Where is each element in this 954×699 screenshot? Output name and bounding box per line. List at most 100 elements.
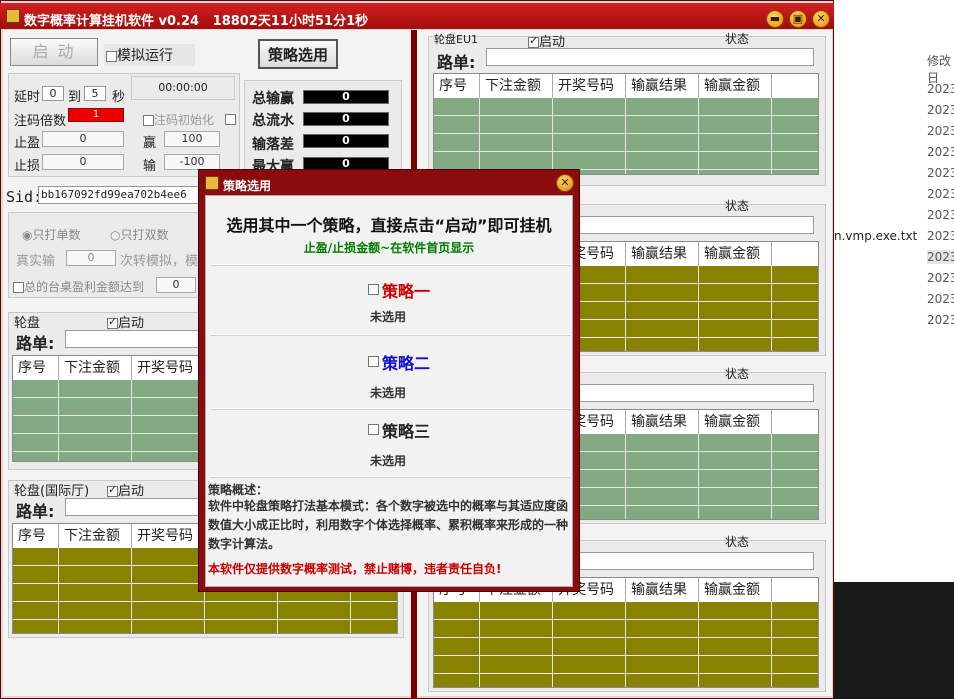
- route-label: 路单:: [437, 53, 476, 72]
- file-date: 2023: [927, 103, 954, 117]
- take-profit-input[interactable]: 0: [42, 131, 124, 147]
- uptime-text: 18802天11小时51分1秒: [212, 14, 369, 29]
- route-input[interactable]: [65, 330, 205, 348]
- init-extra-checkbox[interactable]: [225, 114, 236, 125]
- init-checkbox[interactable]: 注码初始化: [143, 111, 214, 128]
- stop-loss-input[interactable]: 0: [42, 154, 124, 170]
- status-label: 状态: [725, 32, 750, 46]
- file-date: 2023: [927, 271, 954, 285]
- sid-input[interactable]: bb167092fd99ea702b4ee6: [38, 186, 204, 204]
- real-lose-input[interactable]: 0: [66, 250, 116, 266]
- route-input[interactable]: [486, 48, 814, 66]
- window-title: 数字概率计算挂机软件 v0.24 18802天11小时51分1秒: [24, 14, 369, 29]
- delay-from-input[interactable]: 0: [42, 86, 64, 101]
- win-label: 赢: [143, 136, 157, 151]
- strategy-3-checkbox[interactable]: 策略三: [368, 418, 430, 442]
- col-header: 输赢结果: [626, 242, 699, 266]
- status-label: 状态: [725, 535, 750, 549]
- col-header: 输赢金额: [699, 578, 772, 602]
- real-lose-label: 真实输: [16, 254, 56, 269]
- enable-checkbox[interactable]: 启动: [107, 312, 144, 331]
- lose-input[interactable]: -100: [164, 154, 220, 170]
- route-label: 路单:: [16, 502, 55, 521]
- file-date: 2023: [927, 208, 954, 222]
- divider: [210, 334, 570, 336]
- double-radio[interactable]: ○只打双数: [110, 226, 169, 243]
- route-input[interactable]: [65, 498, 205, 516]
- lose-label: 输: [143, 159, 157, 174]
- file-date: 2023: [927, 229, 954, 243]
- checkbox-icon: [107, 315, 118, 329]
- divider: [210, 476, 570, 478]
- sim-text: 次转模拟，模: [120, 254, 199, 269]
- table-total-checkbox[interactable]: 总的台桌盈利金额达到: [13, 278, 144, 295]
- col-header: 开奖号码: [553, 74, 626, 98]
- file-date: 2023: [927, 166, 954, 180]
- result-table: 序号下注金额开奖号码输赢结果输赢金额: [433, 577, 819, 688]
- timer-display: 00:00:00: [131, 76, 235, 100]
- checkbox-icon: [528, 34, 539, 48]
- divider: [210, 264, 570, 266]
- close-button[interactable]: ✕: [812, 10, 830, 28]
- dialog-headline: 选用其中一个策略，直接点击“启动”即可挂机: [226, 216, 552, 235]
- file-date: 2023: [927, 187, 954, 201]
- status-label: 状态: [725, 199, 750, 213]
- stop-loss-label: 止损: [14, 159, 41, 174]
- checkbox-icon: [368, 284, 379, 295]
- delay-label: 延时: [14, 90, 41, 105]
- file-date: 2023: [927, 292, 954, 306]
- dialog-close-button[interactable]: ✕: [556, 174, 574, 192]
- table-body: [434, 98, 818, 174]
- single-radio[interactable]: ◉只打单数: [22, 226, 81, 243]
- dialog-icon: [205, 176, 219, 190]
- dialog-subline: 止盈/止损金额~在软件首页显示: [303, 241, 475, 255]
- col-header: 开奖号码: [132, 524, 205, 548]
- dialog-title: 策略选用: [223, 179, 272, 193]
- strategy-button[interactable]: 策略选用: [258, 39, 338, 69]
- multiplier-input[interactable]: 1: [68, 108, 124, 122]
- col-header: 序号: [13, 356, 59, 380]
- total-flow-value: 0: [303, 112, 389, 126]
- file-date: 2023: [927, 82, 954, 96]
- checkbox-icon: [368, 424, 379, 435]
- col-header: 输赢金额: [699, 74, 772, 98]
- diff-label: 输落差: [252, 137, 294, 153]
- maximize-button[interactable]: ▣: [789, 10, 807, 28]
- col-header: 输赢金额: [699, 410, 772, 434]
- app-icon: [6, 9, 20, 23]
- win-input[interactable]: 100: [164, 131, 220, 147]
- sid-label: Sid:: [6, 188, 43, 206]
- dialog-body: 选用其中一个策略，直接点击“启动”即可挂机 止盈/止损金额~在软件首页显示 策略…: [205, 195, 573, 587]
- col-header: 序号: [13, 524, 59, 548]
- minimize-button[interactable]: ▬: [766, 10, 784, 28]
- col-header: 下注金额: [480, 74, 553, 98]
- col-header: 下注金额: [59, 356, 132, 380]
- col-header: 开奖号码: [132, 356, 205, 380]
- panel-title: 轮盘EU1: [434, 33, 478, 46]
- file-name-fragment: n.vmp.exe.txt: [834, 229, 918, 243]
- col-header: 输赢金额: [699, 242, 772, 266]
- strategy-2-status: 未选用: [370, 386, 407, 400]
- warning-text: 本软件仅提供数字概率测试，禁止赌博，违者责任自负!: [208, 562, 502, 576]
- panel-title: 轮盘: [14, 316, 41, 331]
- delay-to-input[interactable]: 5: [84, 86, 106, 101]
- title-bar[interactable]: 数字概率计算挂机软件 v0.24 18802天11小时51分1秒 ▬ ▣ ✕: [0, 3, 834, 29]
- multiplier-label: 注码倍数: [14, 114, 67, 129]
- table-body: [434, 602, 818, 687]
- strategy-1-checkbox[interactable]: 策略一: [368, 278, 430, 302]
- enable-checkbox[interactable]: 启动: [107, 480, 144, 499]
- file-date: 2023: [927, 313, 954, 327]
- start-button[interactable]: 启 动: [10, 38, 98, 66]
- strategy-1-status: 未选用: [370, 310, 407, 324]
- description-title: 策略概述：: [208, 483, 269, 497]
- strategy-2-checkbox[interactable]: 策略二: [368, 350, 430, 374]
- result-table: 序号下注金额开奖号码输赢结果输赢金额: [433, 73, 819, 175]
- simulate-checkbox[interactable]: 模拟运行: [104, 44, 195, 66]
- strategy-3-status: 未选用: [370, 454, 407, 468]
- table-total-input[interactable]: 0: [156, 277, 196, 293]
- take-profit-label: 止盈: [14, 136, 41, 151]
- desktop-background: [834, 582, 954, 699]
- total-win-value: 0: [303, 90, 389, 104]
- file-date: 2023: [927, 250, 954, 264]
- col-header: 输赢结果: [626, 578, 699, 602]
